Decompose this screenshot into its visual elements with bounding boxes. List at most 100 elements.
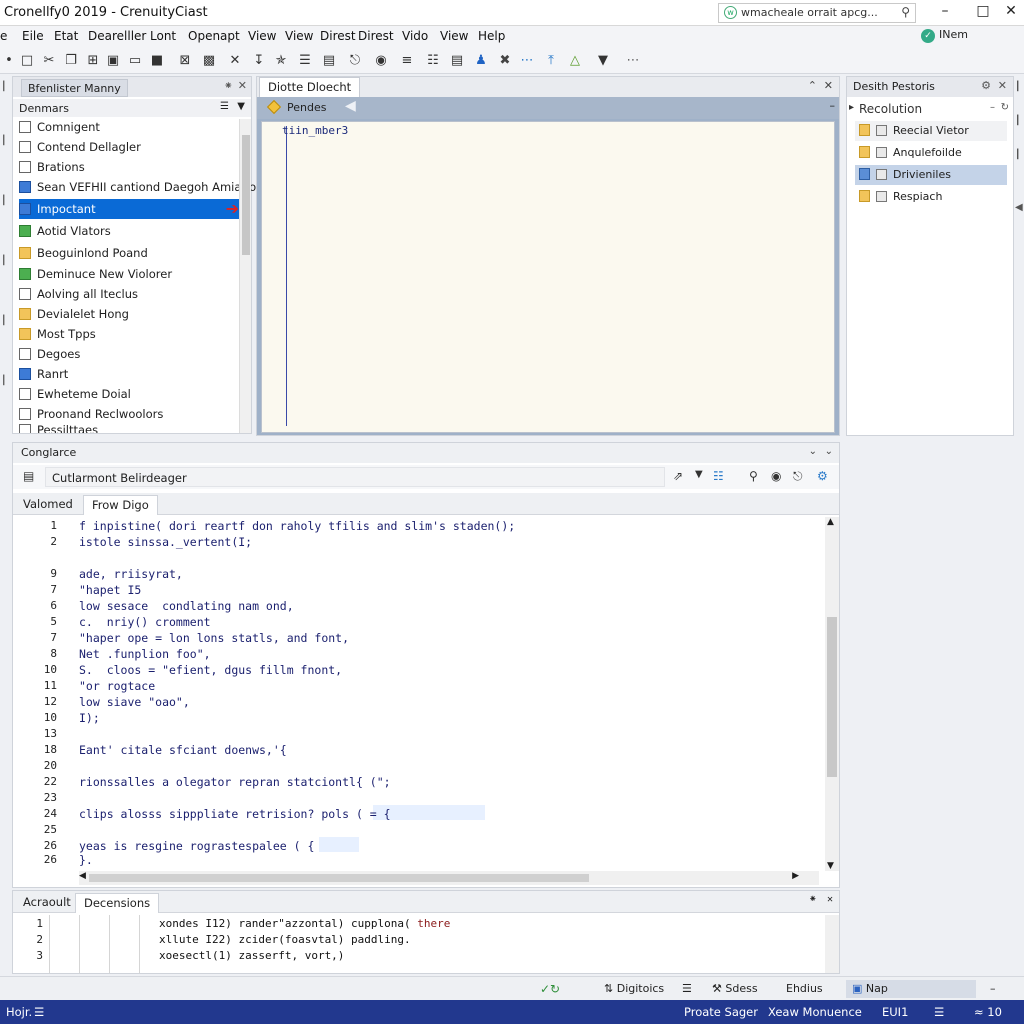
- capture-icon[interactable]: ◉: [372, 52, 390, 70]
- tree-item[interactable]: Brations: [19, 157, 241, 177]
- tree-item[interactable]: Contend Dellagler: [19, 137, 241, 157]
- scroll-down-icon[interactable]: ▼: [827, 861, 834, 871]
- scroll-thumb[interactable]: [89, 874, 589, 882]
- minimize-button[interactable]: –: [932, 3, 958, 23]
- expand-icon[interactable]: ⌄: [825, 446, 833, 457]
- tree-item[interactable]: Ewheteme Doial: [19, 384, 241, 404]
- right-panel-title[interactable]: Desith Pestoris: [853, 80, 935, 93]
- close-tab-icon[interactable]: ✕: [824, 79, 833, 92]
- tab-valomed[interactable]: Valomed: [15, 495, 81, 515]
- search-input[interactable]: wmacheale orrait apcg...: [741, 6, 878, 19]
- editor-breadcrumb[interactable]: Pendes: [287, 101, 326, 114]
- tab-decensions[interactable]: Decensions: [75, 893, 160, 913]
- minus-icon[interactable]: –: [990, 102, 995, 113]
- warning-icon[interactable]: △: [566, 52, 584, 70]
- frame-icon[interactable]: ▤: [320, 52, 338, 70]
- view-icon[interactable]: ◉: [771, 469, 781, 483]
- code-horizontal-scrollbar[interactable]: ◀ ▶: [79, 871, 819, 885]
- close-panel-icon[interactable]: ✕: [998, 79, 1007, 92]
- debug-icon[interactable]: ⚙: [817, 469, 828, 483]
- menu-item-openapt[interactable]: Openapt: [188, 29, 240, 43]
- settings-sliders-icon[interactable]: ☷: [713, 469, 724, 483]
- output-scrollbar[interactable]: [825, 915, 839, 973]
- scroll-left-icon[interactable]: ◀: [79, 871, 86, 881]
- menu-item-vido[interactable]: Vido: [402, 29, 428, 43]
- menu-item-etat[interactable]: Etat: [54, 29, 78, 43]
- grid-icon[interactable]: ⊠: [176, 52, 194, 70]
- dropdown-icon[interactable]: ▼: [695, 469, 703, 480]
- tab-acraoult[interactable]: Acraoult: [15, 893, 79, 913]
- close-button[interactable]: ✕: [998, 3, 1024, 23]
- expand-arrow-icon[interactable]: ◀: [1015, 202, 1023, 213]
- editor-document[interactable]: tiin_mber3: [261, 121, 835, 433]
- user-add-icon[interactable]: ♟: [472, 52, 490, 70]
- close-panel-icon[interactable]: ✕: [238, 79, 247, 92]
- menu-item-view-1[interactable]: View: [248, 29, 276, 43]
- layout-icon[interactable]: ⊞: [84, 52, 102, 70]
- tree-item[interactable]: Aotid Vlators: [19, 221, 241, 241]
- code-editor[interactable]: 1 f inpistine( dori reartf don raholy tfi…: [13, 517, 825, 867]
- indent-icon[interactable]: ≡: [398, 52, 416, 70]
- rows-icon[interactable]: ▤: [448, 52, 466, 70]
- tree-item[interactable]: Beoguinlond Poand: [19, 243, 241, 263]
- panel-icon[interactable]: ▣: [104, 52, 122, 70]
- digitios-label[interactable]: ⇅ Digitoics: [604, 982, 664, 995]
- tree-item[interactable]: Pessilttaes: [19, 423, 241, 433]
- property-item-selected[interactable]: Drivieniles: [855, 165, 1007, 185]
- menu-item-help[interactable]: Help: [478, 29, 505, 43]
- left-scrollbar[interactable]: [239, 119, 251, 433]
- connect-icon[interactable]: ⋯: [518, 52, 536, 70]
- status-right[interactable]: Xeaw Monuence: [768, 1005, 862, 1019]
- menu-item-eile[interactable]: Eile: [22, 29, 44, 43]
- menu-item-view-2[interactable]: View: [285, 29, 313, 43]
- nap-field[interactable]: ▣ Nap: [846, 980, 976, 998]
- upload-icon[interactable]: ⤒: [542, 52, 560, 70]
- menu-item-view-4[interactable]: View: [440, 29, 468, 43]
- tree-item[interactable]: Most Tpps: [19, 324, 241, 344]
- close-panel-icon[interactable]: ✕: [827, 894, 833, 905]
- maximize-button[interactable]: □: [970, 3, 996, 23]
- cut-icon[interactable]: ✂: [40, 52, 58, 70]
- more-icon[interactable]: ⋯: [624, 52, 642, 70]
- left-panel-tab[interactable]: Bfenlister Manny: [21, 79, 128, 97]
- account-area[interactable]: ✓ INem: [921, 28, 968, 43]
- menu-item-dearelller[interactable]: Dearelller: [88, 29, 146, 43]
- menu-item-direst[interactable]: Direst: [358, 29, 394, 43]
- document-icon[interactable]: ▤: [23, 469, 34, 483]
- refresh-icon[interactable]: ↻: [1001, 102, 1009, 113]
- tree-item[interactable]: Aolving all Iteclus: [19, 284, 241, 304]
- chevron-down-icon[interactable]: ▼: [237, 101, 245, 112]
- menu-icon[interactable]: ☰: [34, 1005, 44, 1019]
- menu-icon[interactable]: ☰: [682, 982, 692, 995]
- tree-item[interactable]: Deminuce New Violorer: [19, 264, 241, 284]
- ehdius-label[interactable]: Ehdius: [786, 982, 823, 995]
- scroll-thumb[interactable]: [242, 135, 250, 255]
- list-icon[interactable]: ☰: [296, 52, 314, 70]
- search-box[interactable]: w wmacheale orrait apcg... ⚲: [718, 3, 916, 23]
- tree-item[interactable]: Degoes: [19, 344, 241, 364]
- sdess-label[interactable]: ⚒ Sdess: [712, 982, 758, 995]
- tree-item[interactable]: Comnigent: [19, 117, 241, 137]
- target-field[interactable]: Cutlarmont Belirdeager: [45, 467, 665, 487]
- property-item[interactable]: Respiach: [855, 187, 1007, 207]
- copy-icon[interactable]: ❐: [62, 52, 80, 70]
- section-options-icon[interactable]: ☰: [220, 101, 229, 112]
- code-vertical-scrollbar[interactable]: ▲ ▼: [825, 517, 839, 871]
- property-item[interactable]: Anqulefoilde: [855, 143, 1007, 163]
- image-icon[interactable]: ▩: [200, 52, 218, 70]
- save-icon[interactable]: ■: [148, 52, 166, 70]
- export-icon[interactable]: ⎋: [346, 52, 364, 70]
- outline-icon[interactable]: ☷: [424, 52, 442, 70]
- scroll-up-icon[interactable]: ▲: [827, 517, 834, 527]
- minimize-icon[interactable]: –: [990, 982, 996, 995]
- pin-icon[interactable]: ⁕: [224, 79, 233, 92]
- remove-icon[interactable]: ✖: [496, 52, 514, 70]
- check-icon[interactable]: ✓↻: [540, 982, 560, 996]
- tree-item-selected[interactable]: Impoctant ➔: [19, 199, 241, 219]
- filter-icon[interactable]: ▼: [594, 52, 612, 70]
- search-icon[interactable]: ⚲: [749, 469, 758, 483]
- scroll-thumb[interactable]: [827, 617, 837, 777]
- status-center[interactable]: Proate Sager: [684, 1005, 758, 1019]
- wand-icon[interactable]: ⇗: [673, 469, 683, 483]
- menu-item-lont[interactable]: Lont: [150, 29, 176, 43]
